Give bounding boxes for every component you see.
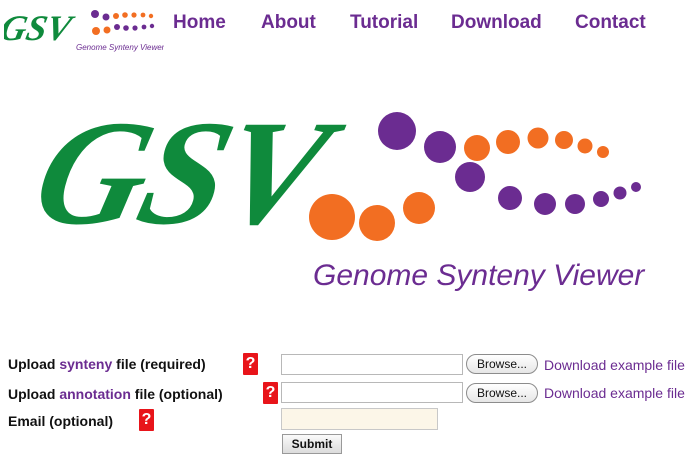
email-field[interactable] [281, 408, 438, 430]
annotation-label: Upload annotation file (optional) [8, 386, 223, 402]
synteny-label: Upload synteny file (required) [8, 356, 206, 372]
synteny-help-icon[interactable]: ? [243, 353, 258, 375]
logo-caption: Genome Synteny Viewer [76, 43, 164, 52]
nav-about[interactable]: About [261, 12, 316, 34]
submit-button[interactable]: Submit [282, 434, 342, 454]
hero-logo-dots [309, 112, 641, 241]
hero-logo-caption: Genome Synteny Viewer [313, 259, 645, 292]
logo-dots [91, 10, 155, 35]
annotation-browse-button[interactable]: Browse... [466, 383, 538, 403]
hero-logo: GSV Genome Synteny Viewer [20, 89, 650, 295]
synteny-example-link[interactable]: Download example file [544, 357, 685, 373]
annotation-help-icon[interactable]: ? [263, 382, 278, 404]
logo-wordmark: GSV [4, 8, 78, 48]
nav-contact[interactable]: Contact [575, 12, 646, 34]
nav-download[interactable]: Download [451, 12, 542, 34]
hero-logo-wordmark: GSV [30, 95, 356, 255]
email-help-icon[interactable]: ? [139, 409, 154, 431]
annotation-example-link[interactable]: Download example file [544, 385, 685, 401]
email-label: Email (optional) [8, 413, 113, 429]
nav-tutorial[interactable]: Tutorial [350, 12, 418, 34]
synteny-browse-button[interactable]: Browse... [466, 354, 538, 374]
nav-home[interactable]: Home [173, 12, 226, 34]
synteny-file-path[interactable] [281, 354, 463, 375]
site-logo[interactable]: GSV Genome Synteny Viewer [0, 4, 165, 56]
annotation-file-path[interactable] [281, 382, 463, 403]
